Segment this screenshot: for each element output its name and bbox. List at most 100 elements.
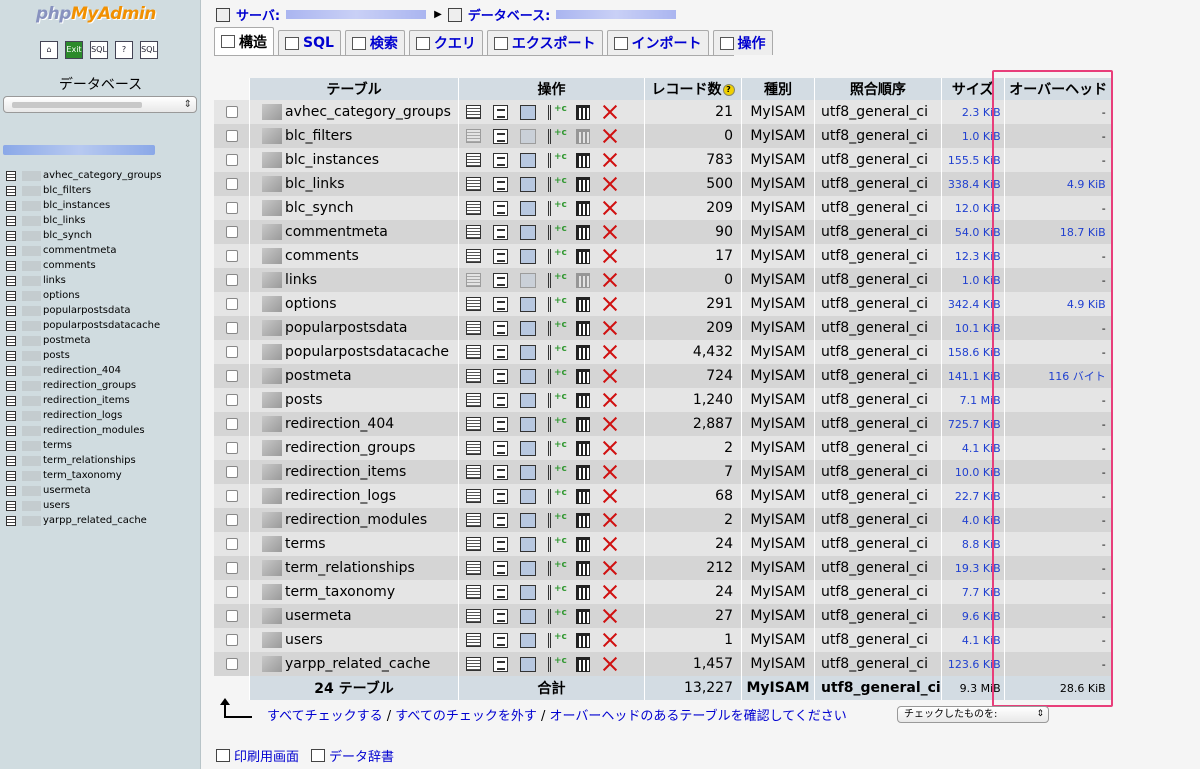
check-all-link[interactable]: すべてチェックする [267, 709, 383, 724]
browse-icon[interactable] [466, 129, 481, 143]
browse-table-icon[interactable] [6, 245, 16, 256]
table-name[interactable]: redirection_groups [285, 440, 415, 456]
size-link[interactable]: 2.3 KiB [962, 106, 1001, 119]
insert-icon[interactable] [548, 320, 567, 336]
size-link[interactable]: 123.6 KiB [948, 658, 1001, 671]
sidebar-table-name[interactable]: redirection_groups [43, 379, 136, 393]
empty-icon[interactable] [576, 128, 590, 144]
search-icon[interactable] [520, 416, 536, 432]
search-icon[interactable] [520, 536, 536, 552]
browse-table-icon[interactable] [6, 290, 16, 301]
browse-table-icon[interactable] [6, 230, 16, 241]
insert-icon[interactable] [548, 560, 567, 576]
empty-icon[interactable] [576, 608, 590, 624]
size-link[interactable]: 9.6 KiB [962, 610, 1001, 623]
empty-icon[interactable] [576, 488, 590, 504]
search-icon[interactable] [520, 584, 536, 600]
browse-table-icon[interactable] [6, 440, 16, 451]
empty-icon[interactable] [576, 584, 590, 600]
sidebar-table-item[interactable]: links [6, 273, 161, 288]
browse-icon[interactable] [466, 633, 481, 647]
table-name[interactable]: options [285, 296, 337, 312]
sidebar-table-name[interactable]: blc_synch [43, 229, 92, 243]
search-icon[interactable] [520, 320, 536, 336]
structure-icon[interactable] [493, 200, 508, 216]
browse-icon[interactable] [466, 537, 481, 551]
sidebar-table-item[interactable]: redirection_logs [6, 408, 161, 423]
search-icon[interactable] [520, 248, 536, 264]
breadcrumb-database-label[interactable]: データベース: [468, 5, 551, 24]
size-link[interactable]: 19.3 KiB [955, 562, 1001, 575]
table-name[interactable]: terms [285, 536, 326, 552]
browse-table-icon[interactable] [6, 470, 16, 481]
header-type[interactable]: 種別 [742, 78, 815, 100]
drop-icon[interactable] [602, 104, 618, 120]
search-icon[interactable] [520, 104, 536, 120]
sidebar-table-item[interactable]: terms [6, 438, 161, 453]
browse-icon[interactable] [466, 177, 481, 191]
structure-icon[interactable] [493, 368, 508, 384]
drop-icon[interactable] [602, 512, 618, 528]
row-checkbox[interactable] [225, 418, 238, 430]
sidebar-table-item[interactable]: redirection_404 [6, 363, 161, 378]
exit-icon[interactable]: Exit [65, 41, 83, 59]
sql-query-icon[interactable]: SQL [90, 41, 108, 59]
browse-icon[interactable] [466, 489, 481, 503]
sidebar-table-item[interactable]: popularpostsdatacache [6, 318, 161, 333]
empty-icon[interactable] [576, 512, 590, 528]
insert-icon[interactable] [548, 368, 567, 384]
search-icon[interactable] [520, 152, 536, 168]
drop-icon[interactable] [602, 608, 618, 624]
insert-icon[interactable] [548, 248, 567, 264]
structure-icon[interactable] [493, 416, 508, 432]
overhead-value[interactable]: 4.9 KiB [1067, 298, 1106, 311]
browse-table-icon[interactable] [6, 320, 16, 331]
browse-table-icon[interactable] [6, 365, 16, 376]
empty-icon[interactable] [576, 200, 590, 216]
empty-icon[interactable] [576, 560, 590, 576]
search-icon[interactable] [520, 176, 536, 192]
empty-icon[interactable] [576, 224, 590, 240]
check-overhead-link[interactable]: オーバーヘッドのあるテーブルを確認してください [550, 709, 847, 724]
overhead-value[interactable]: 18.7 KiB [1060, 226, 1106, 239]
search-icon[interactable] [520, 296, 536, 312]
search-icon[interactable] [520, 632, 536, 648]
sidebar-table-item[interactable]: commentmeta [6, 243, 161, 258]
table-name[interactable]: blc_links [285, 176, 345, 192]
browse-icon[interactable] [466, 297, 481, 311]
browse-table-icon[interactable] [6, 260, 16, 271]
drop-icon[interactable] [602, 224, 618, 240]
browse-icon[interactable] [466, 225, 481, 239]
sidebar-table-name[interactable]: blc_links [43, 214, 86, 228]
browse-icon[interactable] [466, 657, 481, 671]
structure-icon[interactable] [493, 488, 508, 504]
header-collation[interactable]: 照合順序 [815, 78, 942, 100]
sidebar-table-item[interactable]: redirection_modules [6, 423, 161, 438]
structure-icon[interactable] [493, 512, 508, 528]
table-name[interactable]: redirection_logs [285, 488, 396, 504]
search-icon[interactable] [520, 224, 536, 240]
size-link[interactable]: 4.0 KiB [962, 514, 1001, 527]
header-table[interactable]: テーブル [250, 78, 459, 100]
redacted-database-name[interactable] [556, 10, 677, 19]
search-icon[interactable] [520, 368, 536, 384]
drop-icon[interactable] [602, 248, 618, 264]
help-icon[interactable]: ? [722, 84, 735, 96]
tab-import[interactable]: インポート [606, 30, 709, 55]
breadcrumb-server-label[interactable]: サーバ: [236, 5, 280, 24]
row-checkbox[interactable] [225, 490, 238, 502]
size-link[interactable]: 141.1 KiB [948, 370, 1001, 383]
structure-icon[interactable] [493, 272, 508, 288]
insert-icon[interactable] [548, 536, 567, 552]
table-name[interactable]: yarpp_related_cache [285, 656, 430, 672]
row-checkbox[interactable] [225, 442, 238, 454]
browse-table-icon[interactable] [6, 500, 16, 511]
sidebar-table-item[interactable]: yarpp_related_cache [6, 513, 161, 528]
drop-icon[interactable] [602, 368, 618, 384]
drop-icon[interactable] [602, 392, 618, 408]
sidebar-table-item[interactable]: postmeta [6, 333, 161, 348]
insert-icon[interactable] [548, 656, 567, 672]
browse-table-icon[interactable] [6, 485, 16, 496]
row-checkbox[interactable] [225, 106, 238, 118]
size-link[interactable]: 155.5 KiB [948, 154, 1001, 167]
